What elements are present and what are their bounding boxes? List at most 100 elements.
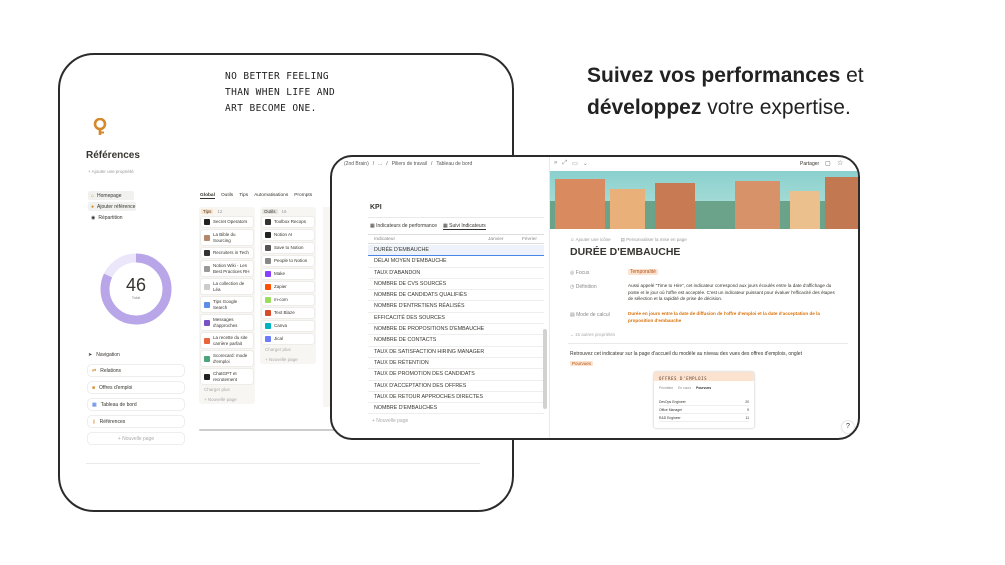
board-card[interactable]: La recette du site carrière parfait xyxy=(201,333,253,348)
preview-job: DevOps Engineer xyxy=(659,400,686,404)
board-card[interactable]: People to Notion xyxy=(262,256,314,266)
kpi-row[interactable]: NOMBRE DE CANDIDATS QUALIFIÉS xyxy=(368,290,544,302)
tab-outils[interactable]: Outils xyxy=(221,193,233,199)
preview-job: Office Manager xyxy=(659,408,683,412)
tab-global[interactable]: Global xyxy=(200,193,215,199)
share-button[interactable]: Partager xyxy=(800,161,819,167)
card-icon xyxy=(265,310,271,316)
nav-item-relations[interactable]: ⇄ Relations xyxy=(88,365,184,376)
divider xyxy=(86,463,480,464)
kpi-row[interactable]: TAUX DE RETOUR APPROCHES DIRECTES xyxy=(368,392,544,404)
building xyxy=(790,191,820,229)
group-count: 16 xyxy=(281,209,287,214)
close-icon[interactable]: » xyxy=(554,160,557,167)
star-icon[interactable]: ☆ xyxy=(837,159,843,167)
expand-icon[interactable]: ⤢ xyxy=(562,160,567,167)
donut-chart: 46 Total xyxy=(98,251,174,327)
table-header: Indicateur Janvier Février xyxy=(368,234,544,244)
new-page-button[interactable]: + Nouvelle page xyxy=(204,397,253,402)
breadcrumb-item[interactable]: Tableau de bord xyxy=(436,161,472,167)
board-card[interactable]: La collection de Léa xyxy=(201,279,253,294)
vertical-scrollbar[interactable] xyxy=(543,329,547,409)
board-card[interactable]: Tips Google Search xyxy=(201,297,253,312)
breadcrumb-item[interactable]: Piliers de travail xyxy=(392,161,427,167)
horizontal-scrollbar[interactable] xyxy=(199,429,339,431)
board-card[interactable]: ChatGPT et recrutement xyxy=(201,369,253,384)
card-icon xyxy=(265,336,271,342)
kpi-row[interactable]: TAUX D'ACCEPTATION DES OFFRES xyxy=(368,381,544,392)
kpi-row[interactable]: TAUX D'ABANDON xyxy=(368,268,544,279)
board-card[interactable]: Notion Wiki - Les Best Practices RH xyxy=(201,261,253,276)
preview-job: R&D Engineer xyxy=(659,416,681,420)
new-page-button[interactable]: + Nouvelle page xyxy=(265,357,314,362)
board-card[interactable]: Toolbox Recops xyxy=(262,217,314,227)
card-title: Messages d'approches xyxy=(213,317,238,328)
kpi-new-page-button[interactable]: + Nouvelle page xyxy=(372,418,408,424)
board-card[interactable]: Messages d'approches xyxy=(201,315,253,330)
board-card[interactable]: Zapier xyxy=(262,282,314,292)
homepage-pill[interactable]: ⌂ Homepage xyxy=(88,191,134,200)
nav-item-references[interactable]: ⚷ Références xyxy=(88,416,184,427)
sidebar-icon[interactable]: ▭ xyxy=(572,160,578,167)
tab-indicator-tracking[interactable]: ▦ Suivi Indicateurs xyxy=(443,223,486,230)
kpi-row[interactable]: NOMBRE DE PROPOSITIONS D'EMBAUCHE xyxy=(368,324,544,336)
comment-icon[interactable]: ▢ xyxy=(825,160,831,167)
kpi-row[interactable]: TAUX DE RÉTENTION xyxy=(368,358,544,370)
preview-row: R&D Engineer 11 xyxy=(659,414,749,422)
kpi-row[interactable]: DÉLAI MOYEN D'EMBAUCHE xyxy=(368,256,544,268)
more-properties-toggle[interactable]: ⌄ 15 autres propriétés xyxy=(570,332,615,338)
tab-automatisations[interactable]: Automatisations xyxy=(254,193,288,199)
board-card[interactable]: Secret Operators xyxy=(201,217,253,227)
add-property-button[interactable]: + Ajouter une propriété xyxy=(88,169,134,174)
board-card[interactable]: Scorecard: mode d'emploi xyxy=(201,351,253,366)
card-title: Scorecard: mode d'emploi xyxy=(213,353,248,364)
board-card[interactable]: Save to Notion xyxy=(262,243,314,253)
nav-item-jobs[interactable]: ■ Offres d'emploi xyxy=(88,382,184,393)
card-title: People to Notion xyxy=(274,258,308,264)
board-card[interactable]: La Bible du Sourcing xyxy=(201,230,253,245)
board-card[interactable]: Notion AI xyxy=(262,230,314,240)
card-icon xyxy=(204,283,210,290)
definition-text: Aussi appelé "Time to Hire", cet indicat… xyxy=(628,283,835,302)
chevron-down-icon[interactable]: ⌄ xyxy=(583,160,588,167)
nav-item-dashboard[interactable]: ▦ Tableau de bord xyxy=(88,399,184,410)
breadcrumb-item[interactable]: ... xyxy=(378,161,382,167)
board-card[interactable]: m-com xyxy=(262,295,314,305)
card-title: Recruiters in Tech xyxy=(213,250,249,256)
kpi-row[interactable]: NOMBRE D'EMBAUCHES xyxy=(368,403,544,415)
board-card[interactable]: Text Blaze xyxy=(262,308,314,318)
nav-new-page-button[interactable]: + Nouvelle page xyxy=(88,433,184,444)
card-title: Secret Operators xyxy=(213,219,248,225)
tab-label: Suivi Indicateurs xyxy=(449,223,486,229)
board-card[interactable]: Jical xyxy=(262,334,314,344)
board-card[interactable]: Canva xyxy=(262,321,314,331)
board-card[interactable]: Make xyxy=(262,269,314,279)
add-icon-button[interactable]: ☺ Ajouter une icône xyxy=(570,237,611,243)
building xyxy=(825,177,858,229)
kpi-row[interactable]: NOMBRE DE CONTACTS xyxy=(368,335,544,347)
header-february: Février xyxy=(522,237,537,242)
breadcrumb-item[interactable]: (2nd Brain) xyxy=(344,161,369,167)
card-icon xyxy=(265,271,271,277)
help-icon[interactable]: ? xyxy=(842,421,854,433)
kpi-row[interactable]: TAUX DE SATISFACTION HIRING MANAGER xyxy=(368,347,544,358)
kpi-row[interactable]: TAUX DE PROMOTION DES CANDIDATS xyxy=(368,369,544,381)
distribution-pill[interactable]: ◉ Répartition xyxy=(88,213,126,222)
add-reference-pill[interactable]: ● Ajouter référence xyxy=(88,202,136,211)
load-more-button[interactable]: Charger plus xyxy=(204,387,253,392)
kpi-row[interactable]: EFFICACITÉ DES SOURCES xyxy=(368,313,544,325)
load-more-button[interactable]: Charger plus xyxy=(265,347,314,352)
kpi-row[interactable]: NOMBRE D'ENTRETIENS RÉALISÉS xyxy=(368,301,544,313)
kpi-row[interactable]: DURÉE D'EMBAUCHE xyxy=(368,245,544,257)
customize-layout-button[interactable]: ▤ Personnaliser la mise en page xyxy=(621,237,687,243)
board-card[interactable]: Recruiters in Tech xyxy=(201,248,253,258)
tab-prompts[interactable]: Prompts xyxy=(294,193,312,199)
card-icon xyxy=(204,355,210,362)
kpi-row[interactable]: NOMBRE DE CVS SOURCÉS xyxy=(368,279,544,291)
focus-tag[interactable]: Temporalité xyxy=(628,269,658,275)
pourvues-tag[interactable]: Pourvues xyxy=(570,361,594,366)
divider xyxy=(568,343,848,344)
tab-tips[interactable]: Tips xyxy=(239,193,248,199)
tab-performance-indicators[interactable]: ▦ Indicateurs de performance xyxy=(370,223,437,230)
headline-rest-1: et xyxy=(840,64,864,87)
